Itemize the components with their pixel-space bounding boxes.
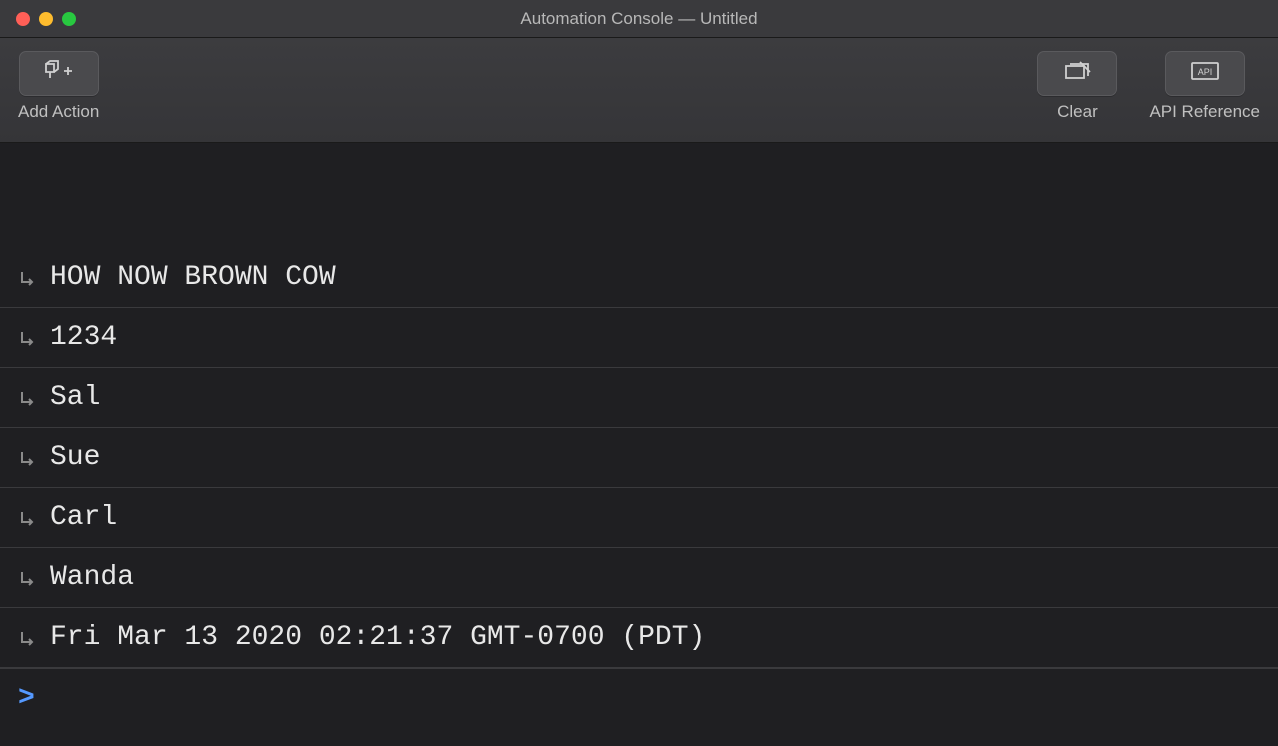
add-action-icon: [42, 60, 76, 87]
console-output-row: Fri Mar 13 2020 02:21:37 GMT-0700 (PDT): [0, 608, 1278, 668]
console-output-text: Carl: [50, 502, 117, 533]
toolbar: Add Action Clear API: [0, 38, 1278, 143]
console-output-row: Sal: [0, 368, 1278, 428]
console-spacer: [0, 143, 1278, 248]
console-output-row: Carl: [0, 488, 1278, 548]
add-action-button[interactable]: [19, 51, 99, 96]
output-return-icon: [18, 569, 36, 587]
console-output-text: 1234: [50, 322, 117, 353]
console-output-text: Wanda: [50, 562, 134, 593]
console-output-text: HOW NOW BROWN COW: [50, 262, 336, 293]
clear-label: Clear: [1057, 102, 1098, 122]
console-input[interactable]: [43, 683, 1260, 714]
console-output-text: Sal: [50, 382, 100, 413]
output-return-icon: [18, 509, 36, 527]
console-output-row: Sue: [0, 428, 1278, 488]
console-output-row: Wanda: [0, 548, 1278, 608]
console-area: HOW NOW BROWN COW 1234 Sal Sue Carl Wanda Fri …: [0, 143, 1278, 746]
console-output-row: HOW NOW BROWN COW: [0, 248, 1278, 308]
prompt-indicator: >: [18, 683, 35, 714]
clear-button[interactable]: [1037, 51, 1117, 96]
console-output-row: 1234: [0, 308, 1278, 368]
output-return-icon: [18, 449, 36, 467]
console-output-list: HOW NOW BROWN COW 1234 Sal Sue Carl Wanda Fri …: [0, 248, 1278, 668]
console-output-text: Sue: [50, 442, 100, 473]
api-reference-label: API Reference: [1149, 102, 1260, 122]
close-window-button[interactable]: [16, 12, 30, 26]
output-return-icon: [18, 629, 36, 647]
minimize-window-button[interactable]: [39, 12, 53, 26]
title-bar: Automation Console — Untitled: [0, 0, 1278, 38]
output-return-icon: [18, 389, 36, 407]
console-output-text: Fri Mar 13 2020 02:21:37 GMT-0700 (PDT): [50, 622, 705, 653]
add-action-label: Add Action: [18, 102, 99, 122]
console-prompt-row[interactable]: >: [0, 668, 1278, 728]
api-reference-button[interactable]: API: [1165, 51, 1245, 96]
svg-text:API: API: [1197, 67, 1212, 77]
maximize-window-button[interactable]: [62, 12, 76, 26]
output-return-icon: [18, 269, 36, 287]
clear-icon: [1060, 60, 1094, 87]
window-controls: [0, 12, 76, 26]
output-return-icon: [18, 329, 36, 347]
api-reference-icon: API: [1188, 60, 1222, 87]
window-title: Automation Console — Untitled: [520, 9, 757, 29]
